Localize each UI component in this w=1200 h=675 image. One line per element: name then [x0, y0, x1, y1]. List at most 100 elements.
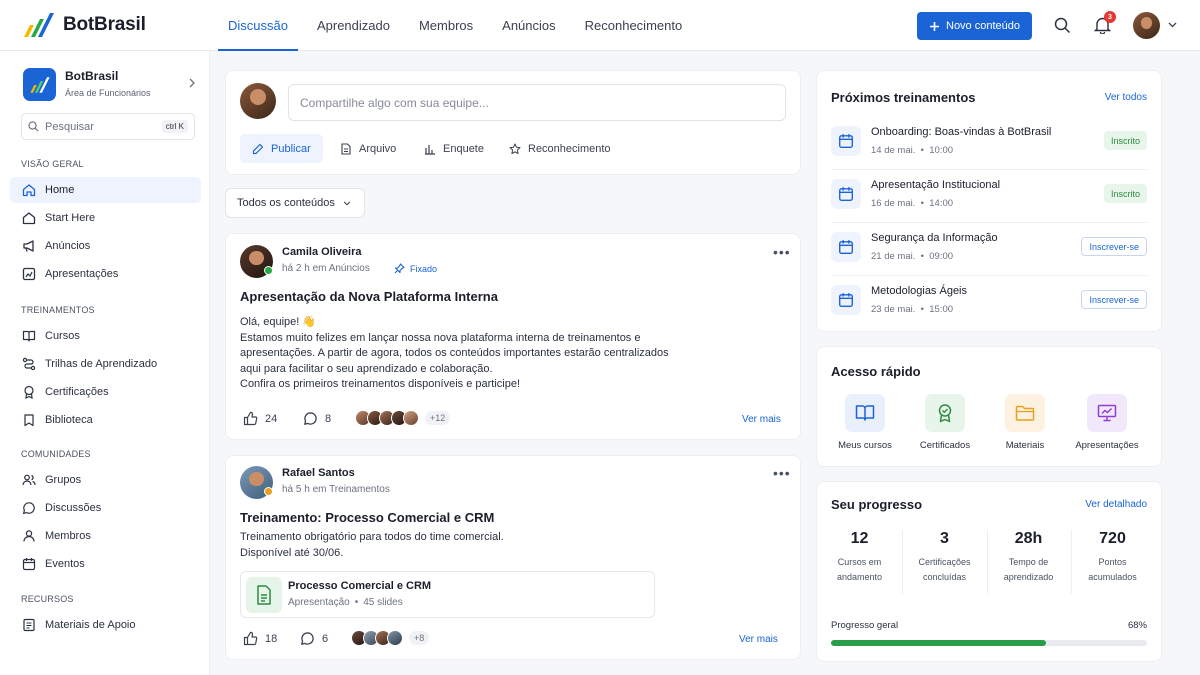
- post-more-menu[interactable]: •••: [773, 244, 791, 260]
- training-date: 14 de mai.: [871, 145, 916, 156]
- sidebar-item-cursos[interactable]: Cursos: [10, 323, 201, 349]
- calendar-icon: [831, 179, 861, 209]
- comment-button[interactable]: 8: [303, 411, 331, 426]
- enroll-button[interactable]: Inscrever-se: [1081, 290, 1147, 309]
- post-card: Camila Oliveira há 2 h em Anúncios Fixad…: [225, 233, 801, 440]
- publish-label: Publicar: [271, 142, 311, 155]
- enroll-button[interactable]: Inscrever-se: [1081, 237, 1147, 256]
- chevron-right-icon: [189, 78, 195, 88]
- award-icon: [24, 385, 34, 399]
- overall-progress-bar: [831, 640, 1147, 646]
- stat-learning-time: 28h Tempo de aprendizado: [987, 530, 1070, 585]
- sidebar-item-biblioteca[interactable]: Biblioteca: [10, 407, 201, 433]
- org-subtitle: Área de Funcionários: [65, 88, 151, 98]
- training-item[interactable]: Apresentação Institucional 16 de mai. • 1…: [831, 170, 1147, 223]
- training-datetime: 16 de mai. • 14:00: [871, 198, 953, 209]
- sidebar-search-input[interactable]: Pesquisar ctrl K: [21, 113, 195, 140]
- reactions-facepile[interactable]: +8: [351, 630, 430, 646]
- sidebar-item-eventos[interactable]: Eventos: [10, 551, 201, 577]
- post-more-menu[interactable]: •••: [773, 465, 791, 481]
- post-author[interactable]: Camila Oliveira: [282, 246, 362, 258]
- tab-anuncios[interactable]: Anúncios: [492, 0, 565, 51]
- post-title[interactable]: Treinamento: Processo Comercial e CRM: [240, 510, 494, 525]
- publish-button[interactable]: Publicar: [240, 134, 323, 163]
- comment-button[interactable]: 6: [300, 631, 328, 646]
- megaphone-icon: [23, 240, 34, 252]
- sidebar-item-label: Anúncios: [45, 240, 91, 252]
- file-button[interactable]: Arquivo: [328, 134, 408, 163]
- sidebar-item-label: Trilhas de Aprendizado: [45, 358, 158, 370]
- sidebar-item-discussoes[interactable]: Discussões: [10, 495, 201, 521]
- training-item[interactable]: Onboarding: Boas-vindas à BotBrasil 14 de…: [831, 117, 1147, 170]
- stat-label: Tempo de aprendizado: [987, 555, 1070, 585]
- search-button[interactable]: [1051, 14, 1073, 36]
- chat-icon: [23, 502, 35, 514]
- app-logo[interactable]: BotBrasil: [22, 11, 146, 39]
- sidebar-item-home[interactable]: Home: [10, 177, 201, 203]
- quick-access-materiais[interactable]: Materiais: [986, 394, 1064, 451]
- user-icon: [23, 530, 35, 542]
- tab-reconhecimento[interactable]: Reconhecimento: [575, 0, 693, 51]
- training-item[interactable]: Segurança da Informação 21 de mai. • 09:0…: [831, 223, 1147, 276]
- training-item[interactable]: Metodologias Ágeis 23 de mai. • 15:00 Insc…: [831, 276, 1147, 329]
- sidebar-item-anuncios[interactable]: Anúncios: [10, 233, 201, 259]
- comment-count: 8: [325, 412, 332, 425]
- reactions-facepile[interactable]: +12: [355, 410, 451, 426]
- composer-input[interactable]: Compartilhe algo com sua equipe...: [288, 84, 786, 121]
- notification-count-badge: 3: [1104, 11, 1116, 23]
- stat-label-line: andamento: [836, 572, 883, 582]
- see-more-link[interactable]: Ver mais: [739, 634, 778, 645]
- sidebar-item-label: Start Here: [45, 212, 96, 224]
- monitor-icon: [1087, 394, 1127, 432]
- pencil-icon: [252, 143, 264, 154]
- stat-courses-in-progress: 12 Cursos em andamento: [818, 530, 901, 585]
- stat-certifications: 3 Certificações concluídas: [903, 530, 986, 585]
- poll-button[interactable]: Enquete: [412, 134, 496, 163]
- user-avatar[interactable]: [1133, 12, 1160, 39]
- see-detailed-link[interactable]: Ver detalhado: [1085, 499, 1147, 510]
- quick-access-apresentacoes[interactable]: Apresentações: [1067, 394, 1147, 451]
- sidebar-item-certificacoes[interactable]: Certificações: [10, 379, 201, 405]
- post-author[interactable]: Rafael Santos: [282, 467, 355, 479]
- training-time: 15:00: [929, 304, 954, 315]
- chevron-down-icon[interactable]: [1168, 22, 1177, 28]
- tab-discussao[interactable]: Discussão: [218, 0, 298, 51]
- book-open-icon: [845, 394, 885, 432]
- see-more-link[interactable]: Ver mais: [742, 414, 781, 425]
- plus-icon: [930, 21, 939, 31]
- calendar-icon: [831, 126, 861, 156]
- attachment-meta: Apresentação • 45 slides: [288, 597, 403, 608]
- tab-aprendizado[interactable]: Aprendizado: [307, 0, 400, 51]
- like-button[interactable]: 18: [243, 631, 277, 646]
- sidebar-item-trilhas[interactable]: Trilhas de Aprendizado: [10, 351, 201, 377]
- main-nav: Discussão Aprendizado Membros Anúncios R…: [218, 0, 701, 51]
- quick-access-label: Materiais: [1005, 440, 1045, 451]
- sidebar-item-materiais[interactable]: Materiais de Apoio: [10, 612, 201, 638]
- quick-access-certificados[interactable]: Certificados: [906, 394, 984, 451]
- see-all-trainings-link[interactable]: Ver todos: [1105, 92, 1147, 103]
- calendar-icon: [831, 285, 861, 315]
- meta-separator: •: [354, 597, 359, 608]
- sidebar-item-start-here[interactable]: Start Here: [10, 205, 201, 231]
- sidebar-item-apresentacoes[interactable]: Apresentações: [10, 261, 201, 287]
- progress-title: Seu progresso: [831, 497, 923, 512]
- org-switcher[interactable]: BotBrasil Área de Funcionários: [23, 68, 195, 101]
- sidebar-item-grupos[interactable]: Grupos: [10, 467, 201, 493]
- training-datetime: 23 de mai. • 15:00: [871, 304, 953, 315]
- new-content-button[interactable]: Novo conteúdo: [917, 12, 1032, 40]
- like-button[interactable]: 24: [243, 411, 277, 426]
- tab-membros[interactable]: Membros: [409, 0, 483, 51]
- thumbs-up-icon: [243, 631, 258, 646]
- home-icon: [22, 184, 36, 197]
- stat-label: Pontos acumulados: [1071, 555, 1154, 585]
- more-reactors-count: +12: [425, 411, 451, 425]
- section-title-recursos: RECURSOS: [21, 594, 74, 604]
- recognition-button[interactable]: Reconhecimento: [497, 134, 623, 163]
- stat-label-line: Tempo de: [1008, 557, 1049, 567]
- attachment-card[interactable]: Processo Comercial e CRM Apresentação • …: [240, 571, 655, 618]
- attachment-type: Apresentação: [288, 597, 350, 608]
- content-filter-select[interactable]: Todos os conteúdos: [225, 188, 365, 218]
- post-title[interactable]: Apresentação da Nova Plataforma Interna: [240, 289, 498, 304]
- sidebar-item-membros[interactable]: Membros: [10, 523, 201, 549]
- quick-access-meus-cursos[interactable]: Meus cursos: [826, 394, 904, 451]
